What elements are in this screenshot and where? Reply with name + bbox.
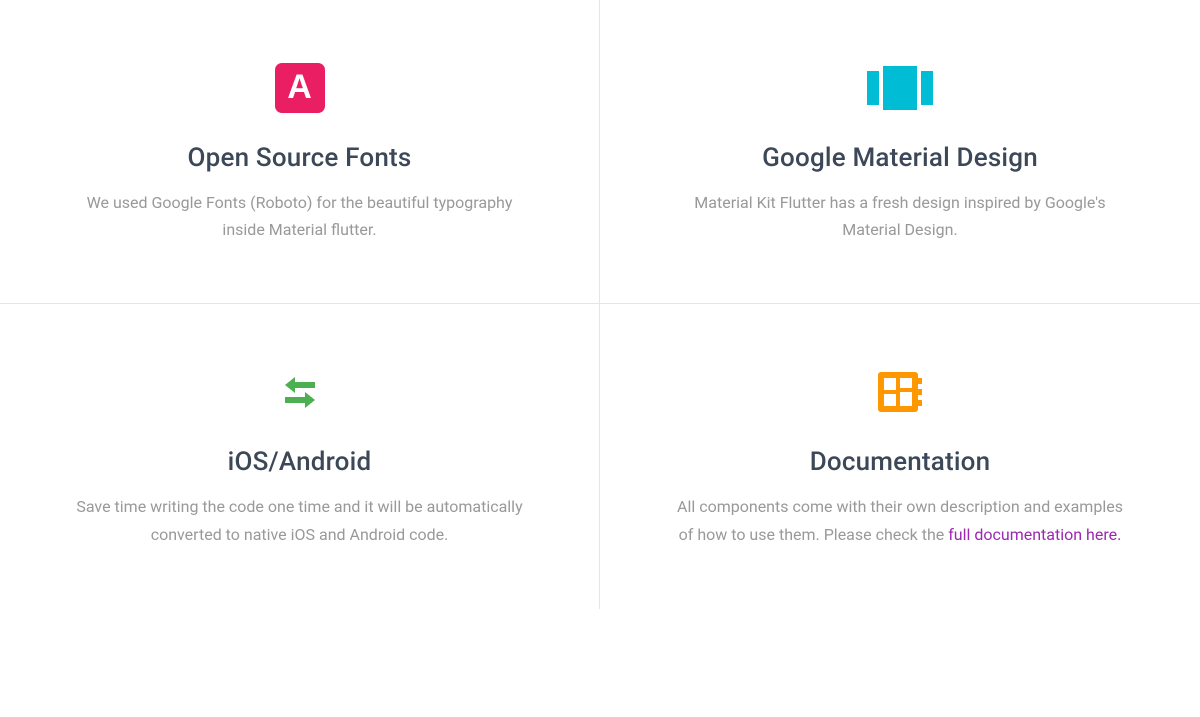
feature-ios-android: iOS/Android Save time writing the code o… [0,304,600,608]
features-grid: A Open Source Fonts We used Google Fonts… [0,0,1200,609]
feature-title: Google Material Design [762,143,1038,173]
feature-open-source-fonts: A Open Source Fonts We used Google Fonts… [0,0,600,304]
fonts-icon: A [275,60,325,115]
feature-title: Documentation [810,447,991,477]
feature-title: iOS/Android [228,447,372,477]
feature-description: All components come with their own descr… [670,493,1130,547]
feature-description: We used Google Fonts (Roboto) for the be… [70,189,529,243]
compare-arrows-icon [270,364,330,419]
feature-documentation: Documentation All components come with t… [600,304,1200,608]
carousel-icon [867,60,933,115]
developer-board-icon [874,364,926,419]
documentation-link[interactable]: full documentation here. [948,525,1121,544]
feature-description: Material Kit Flutter has a fresh design … [670,189,1130,243]
feature-google-material-design: Google Material Design Material Kit Flut… [600,0,1200,304]
feature-title: Open Source Fonts [188,143,412,173]
feature-description: Save time writing the code one time and … [70,493,529,547]
